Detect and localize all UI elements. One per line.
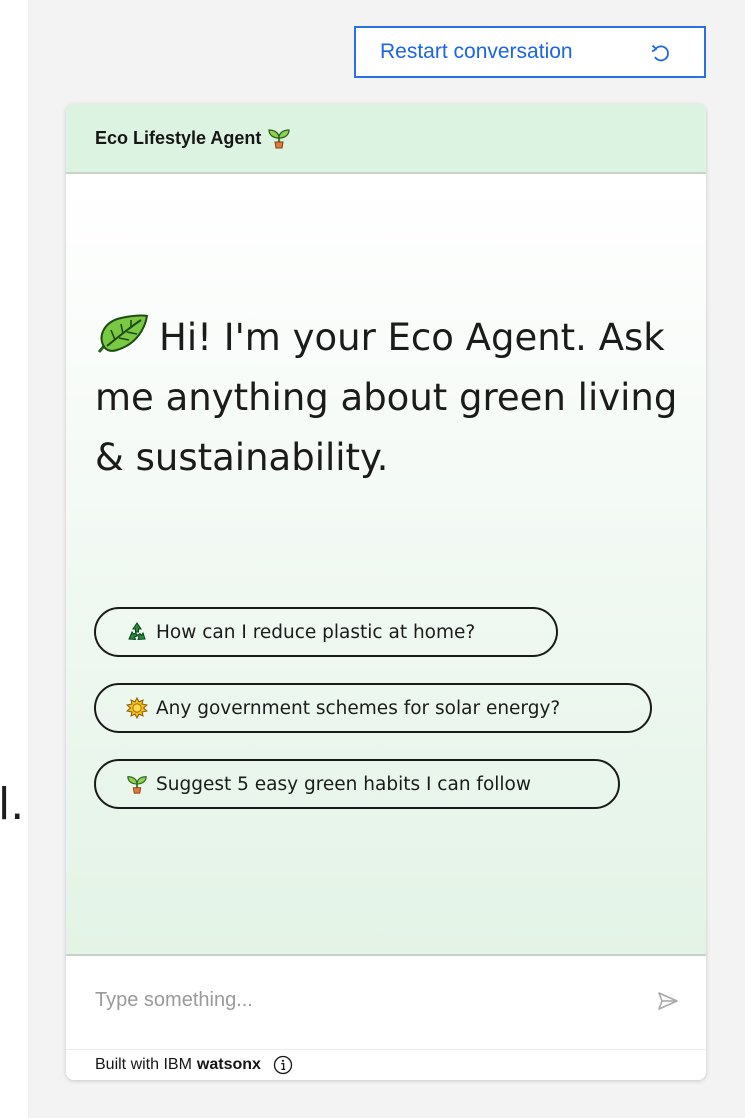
suggestion-label: Any government schemes for solar energy? — [156, 697, 561, 719]
chat-title: Eco Lifestyle Agent — [95, 127, 262, 148]
greeting-text: Hi! I'm your Eco Agent. Ask me anything … — [95, 316, 678, 479]
send-icon[interactable] — [656, 989, 680, 1013]
restart-icon — [651, 44, 669, 62]
message-composer — [66, 956, 706, 1050]
background-text-fragment: l. — [0, 779, 25, 830]
chat-messages: Hi! I'm your Eco Agent. Ask me anything … — [66, 174, 706, 956]
leaf-icon — [97, 314, 149, 353]
suggestion-chip-2[interactable]: Any government schemes for solar energy? — [94, 683, 652, 733]
chat-panel: Eco Lifestyle Agent Hi! I'm your Eco Age… — [66, 104, 706, 1080]
sun-icon — [126, 697, 148, 719]
sprout-icon — [127, 776, 147, 794]
greeting-message: Hi! I'm your Eco Agent. Ask me anything … — [95, 308, 685, 488]
info-icon[interactable] — [273, 1055, 293, 1075]
recycle-icon — [128, 622, 146, 641]
sprout-icon — [268, 129, 290, 149]
message-input[interactable] — [95, 980, 635, 1020]
brand-name: watsonx — [196, 1056, 261, 1073]
suggestion-label: Suggest 5 easy green habits I can follow — [156, 773, 531, 795]
restart-button-label: Restart conversation — [380, 40, 573, 63]
chat-header: Eco Lifestyle Agent — [66, 104, 706, 174]
chat-footer: Built with IBM watsonx — [66, 1050, 706, 1080]
suggestion-chip-3[interactable]: Suggest 5 easy green habits I can follow — [94, 759, 620, 809]
restart-conversation-button[interactable]: Restart conversation — [354, 26, 706, 78]
suggestion-label: How can I reduce plastic at home? — [156, 621, 476, 643]
built-with-text: Built with IBM — [95, 1056, 192, 1073]
suggestion-chip-1[interactable]: How can I reduce plastic at home? — [94, 607, 558, 657]
